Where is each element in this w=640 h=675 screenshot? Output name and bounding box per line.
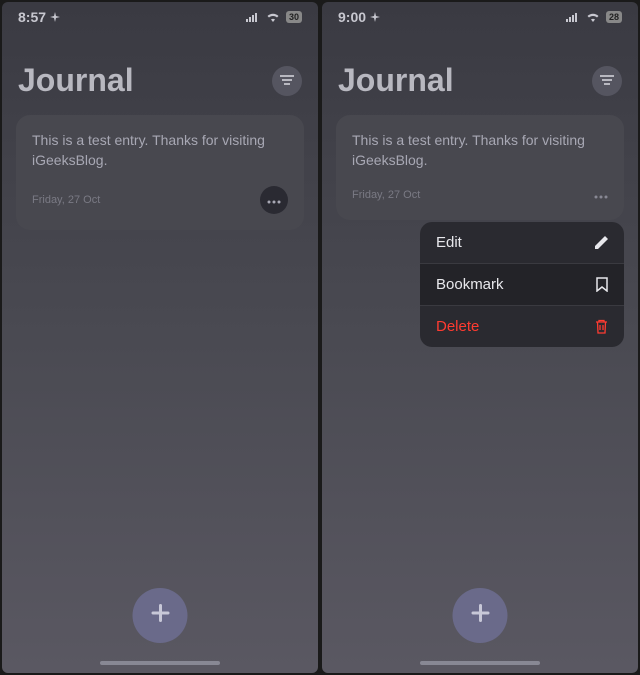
status-right: 30 bbox=[246, 11, 302, 23]
journal-entry-card[interactable]: This is a test entry. Thanks for visitin… bbox=[16, 115, 304, 230]
header: Journal bbox=[2, 32, 318, 115]
entry-footer: Friday, 27 Oct bbox=[352, 186, 608, 204]
menu-label: Edit bbox=[436, 234, 462, 251]
status-right: 28 bbox=[566, 11, 622, 23]
more-icon bbox=[267, 191, 281, 209]
home-indicator[interactable] bbox=[420, 661, 540, 665]
time-text: 9:00 bbox=[338, 9, 366, 25]
filter-icon bbox=[280, 72, 294, 90]
trash-icon bbox=[595, 319, 608, 334]
entry-text: This is a test entry. Thanks for visitin… bbox=[352, 131, 608, 170]
menu-edit[interactable]: Edit bbox=[420, 222, 624, 264]
context-menu: Edit Bookmark Delete bbox=[420, 222, 624, 347]
wifi-icon bbox=[266, 12, 280, 22]
filter-icon bbox=[600, 72, 614, 90]
status-bar: 9:00 28 bbox=[322, 2, 638, 32]
wifi-icon bbox=[586, 12, 600, 22]
location-icon bbox=[370, 12, 380, 22]
journal-entry-card[interactable]: This is a test entry. Thanks for visitin… bbox=[336, 115, 624, 220]
plus-icon bbox=[148, 601, 172, 630]
entry-date: Friday, 27 Oct bbox=[352, 189, 420, 201]
page-title: Journal bbox=[338, 62, 454, 99]
plus-icon bbox=[468, 601, 492, 630]
home-indicator[interactable] bbox=[100, 661, 220, 665]
battery-level: 28 bbox=[606, 11, 622, 23]
entry-date: Friday, 27 Oct bbox=[32, 194, 100, 206]
add-entry-button[interactable] bbox=[453, 588, 508, 643]
pencil-icon bbox=[594, 236, 608, 250]
menu-bookmark[interactable]: Bookmark bbox=[420, 264, 624, 306]
location-icon bbox=[50, 12, 60, 22]
bookmark-icon bbox=[596, 277, 608, 292]
more-button[interactable] bbox=[260, 186, 288, 214]
page-title: Journal bbox=[18, 62, 134, 99]
menu-label: Bookmark bbox=[436, 276, 504, 293]
phone-screen-right: 9:00 28 Journal This is a test entry. Th… bbox=[322, 2, 638, 673]
add-entry-button[interactable] bbox=[133, 588, 188, 643]
status-time: 8:57 bbox=[18, 9, 60, 25]
more-button[interactable] bbox=[594, 186, 608, 204]
signal-icon bbox=[566, 12, 580, 22]
menu-label: Delete bbox=[436, 318, 479, 335]
signal-icon bbox=[246, 12, 260, 22]
filter-button[interactable] bbox=[592, 66, 622, 96]
filter-button[interactable] bbox=[272, 66, 302, 96]
entry-text: This is a test entry. Thanks for visitin… bbox=[32, 131, 288, 170]
menu-delete[interactable]: Delete bbox=[420, 306, 624, 347]
status-time: 9:00 bbox=[338, 9, 380, 25]
more-icon bbox=[594, 186, 608, 204]
header: Journal bbox=[322, 32, 638, 115]
status-bar: 8:57 30 bbox=[2, 2, 318, 32]
battery-level: 30 bbox=[286, 11, 302, 23]
phone-screen-left: 8:57 30 Journal This is a test entry. Th… bbox=[2, 2, 318, 673]
time-text: 8:57 bbox=[18, 9, 46, 25]
entry-footer: Friday, 27 Oct bbox=[32, 186, 288, 214]
